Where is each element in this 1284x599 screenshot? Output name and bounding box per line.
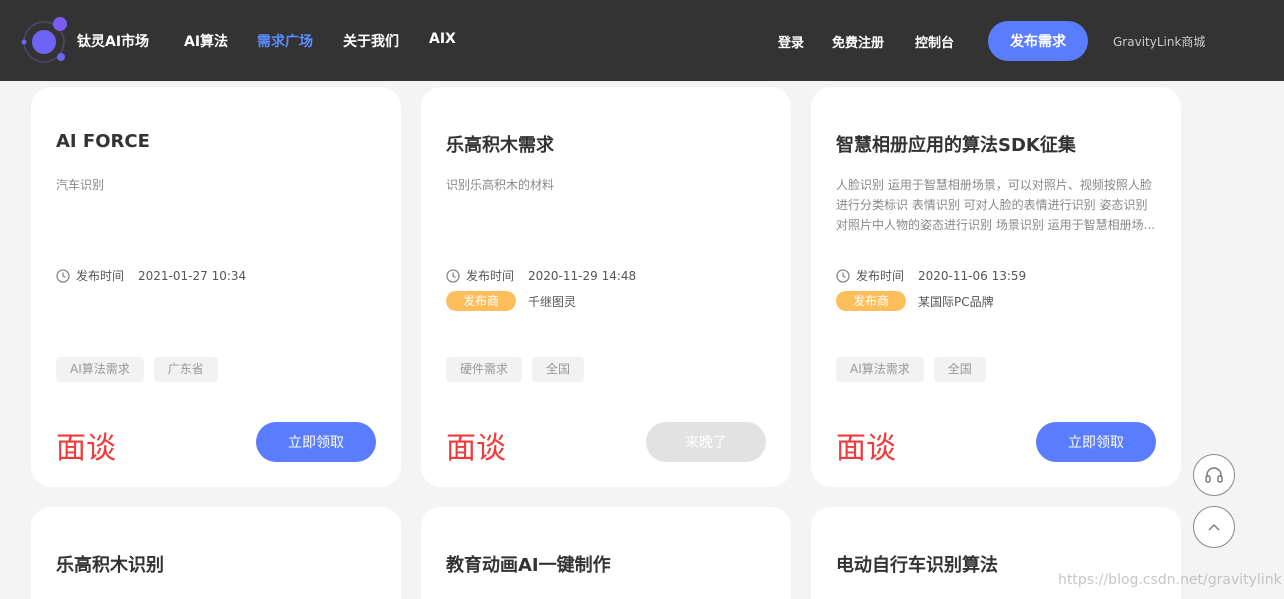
publish-time-row: 发布时间 2020-11-06 13:59 xyxy=(836,267,1026,284)
nav-about-us[interactable]: 关于我们 xyxy=(343,31,399,51)
customer-service-button[interactable] xyxy=(1193,454,1235,496)
publish-time: 2020-11-06 13:59 xyxy=(918,268,1027,283)
back-to-top-button[interactable] xyxy=(1193,506,1235,548)
publisher-row: 发布商 千继图灵 xyxy=(446,291,576,311)
tag: 全国 xyxy=(532,357,585,382)
tag-list: AI算法需求 全国 xyxy=(836,357,996,382)
card-description: 人脸识别 运用于智慧相册场景，可以对照片、视频按照人脸进行分类标识 表情识别 可… xyxy=(836,178,1156,232)
claim-button[interactable]: 立即领取 xyxy=(1036,422,1156,462)
nav-ai-algorithm[interactable]: AI算法 xyxy=(184,31,228,51)
tag: AI算法需求 xyxy=(836,357,924,382)
headset-icon xyxy=(1205,467,1223,483)
publish-time-row: 发布时间 2021-01-27 10:34 xyxy=(56,267,246,284)
demand-card[interactable]: 乐高积木需求 识别乐高积木的材料 发布时间 2020-11-29 14:48 发… xyxy=(421,87,791,487)
watermark: https://blog.csdn.net/gravitylink xyxy=(1058,572,1282,588)
claim-button-disabled: 来晚了 xyxy=(646,422,766,462)
claim-button[interactable]: 立即领取 xyxy=(256,422,376,462)
card-description: 识别乐高积木的材料 xyxy=(446,178,555,192)
publisher-row: 发布商 某国际PC品牌 xyxy=(836,291,994,311)
card-title[interactable]: 乐高积木需求 xyxy=(446,131,554,157)
publisher-name: 千继图灵 xyxy=(528,294,577,309)
tag: AI算法需求 xyxy=(56,357,144,382)
mall-link[interactable]: GravityLink商城 xyxy=(1113,33,1205,50)
publish-time: 2020-11-29 14:48 xyxy=(528,268,637,283)
console-link[interactable]: 控制台 xyxy=(915,32,954,51)
clock-icon xyxy=(836,268,850,283)
tag-list: AI算法需求 广东省 xyxy=(56,357,228,382)
card-description: 汽车识别 xyxy=(56,178,105,192)
publisher-name: 某国际PC品牌 xyxy=(918,294,994,309)
card-title[interactable]: AI FORCE xyxy=(56,131,150,152)
logo-icon[interactable] xyxy=(20,16,68,64)
login-link[interactable]: 登录 xyxy=(778,32,804,51)
tag-list: 硬件需求 全国 xyxy=(446,357,594,382)
nav-aix[interactable]: AIX xyxy=(429,31,456,47)
publish-time: 2021-01-27 10:34 xyxy=(138,268,247,283)
time-label: 发布时间 xyxy=(466,269,515,283)
tag: 广东省 xyxy=(153,357,218,382)
publish-demand-button[interactable]: 发布需求 xyxy=(988,21,1088,61)
time-label: 发布时间 xyxy=(856,269,905,283)
price: 面谈 xyxy=(56,431,116,466)
card-title[interactable]: 智慧相册应用的算法SDK征集 xyxy=(836,131,1076,157)
register-link[interactable]: 免费注册 xyxy=(832,32,884,51)
nav-demand-square[interactable]: 需求广场 xyxy=(257,31,313,51)
card-title[interactable]: 教育动画AI一键制作 xyxy=(446,551,611,577)
publisher-badge: 发布商 xyxy=(446,291,516,311)
publish-time-row: 发布时间 2020-11-29 14:48 xyxy=(446,267,636,284)
clock-icon xyxy=(446,268,460,283)
top-navbar: 钛灵AI市场 AI算法 需求广场 关于我们 AIX 登录 免费注册 控制台 发布… xyxy=(0,0,1284,81)
card-title[interactable]: 电动自行车识别算法 xyxy=(836,551,998,577)
demand-card[interactable]: 乐高积木识别 xyxy=(31,507,401,599)
demand-card[interactable]: 教育动画AI一键制作 xyxy=(421,507,791,599)
demand-card[interactable]: AI FORCE 汽车识别 发布时间 2021-01-27 10:34 AI算法… xyxy=(31,87,401,487)
price: 面谈 xyxy=(836,431,896,466)
brand-name[interactable]: 钛灵AI市场 xyxy=(77,31,149,51)
price: 面谈 xyxy=(446,431,506,466)
tag: 全国 xyxy=(933,357,986,382)
card-title[interactable]: 乐高积木识别 xyxy=(56,551,164,577)
clock-icon xyxy=(56,268,70,283)
arrow-up-icon xyxy=(1208,524,1220,531)
demand-card[interactable]: 智慧相册应用的算法SDK征集 人脸识别 运用于智慧相册场景，可以对照片、视频按照… xyxy=(811,87,1181,487)
time-label: 发布时间 xyxy=(76,269,125,283)
publisher-badge: 发布商 xyxy=(836,291,906,311)
tag: 硬件需求 xyxy=(446,357,523,382)
